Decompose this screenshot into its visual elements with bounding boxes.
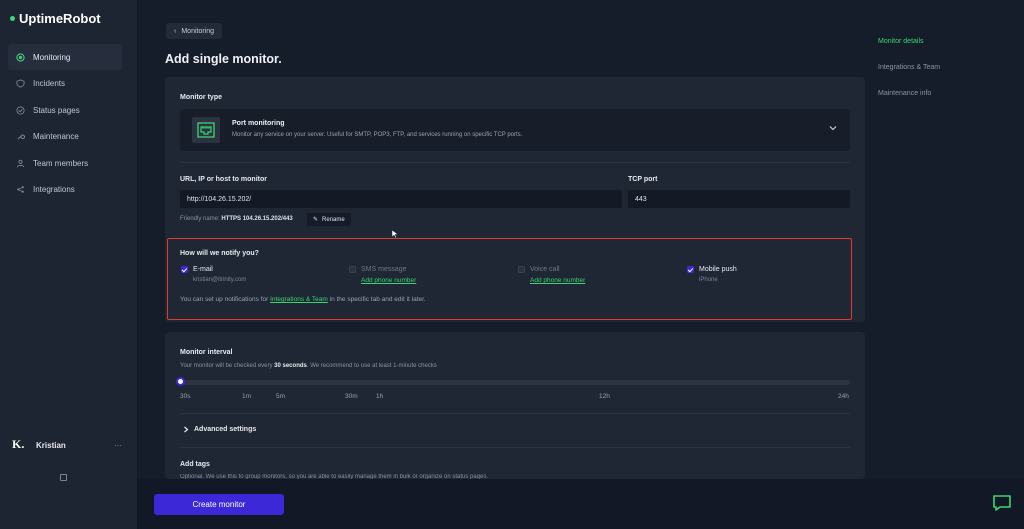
interval-tick: 30m <box>345 393 358 400</box>
right-nav-integrations-team[interactable]: Integrations & Team <box>878 64 940 71</box>
interval-desc-bold: 30 seconds <box>274 363 307 369</box>
advanced-settings-toggle[interactable]: Advanced settings <box>183 426 256 433</box>
rename-button[interactable]: ✎ Rename <box>307 213 351 226</box>
wrench-icon <box>17 134 25 140</box>
interval-slider[interactable] <box>180 380 850 385</box>
page-title: Add single monitor. <box>165 52 282 66</box>
notify-title: How will we notify you? <box>180 250 259 257</box>
ethernet-port-icon <box>192 117 220 143</box>
sidebar-item-label: Maintenance <box>33 132 79 141</box>
user-name: Kristian <box>36 440 66 450</box>
sidebar-item-label: Integrations <box>33 185 75 194</box>
notify-footer-pre: You can set up notifications for <box>180 296 269 303</box>
checkbox-unchecked-icon <box>518 266 525 273</box>
interval-tick: 1h <box>376 393 384 400</box>
user-menu[interactable]: K. Kristian ··· <box>12 437 122 453</box>
sidebar-item-maintenance[interactable]: Maintenance <box>8 124 122 150</box>
app-logo[interactable]: UptimeRobot <box>10 11 101 26</box>
checkbox-checked-icon <box>687 266 694 273</box>
breadcrumb-label: Monitoring <box>181 27 215 35</box>
interval-tick: 1m <box>242 393 252 400</box>
sidebar-item-team-members[interactable]: Team members <box>8 150 122 176</box>
more-options-icon[interactable]: ··· <box>114 441 122 450</box>
mobile-device: iPhone <box>699 277 718 283</box>
monitor-type-select[interactable]: Port monitoring Monitor any service on y… <box>180 109 850 151</box>
apps-grid-icon[interactable] <box>60 474 67 481</box>
sidebar-item-label: Incidents <box>33 79 66 88</box>
sidebar-item-monitoring[interactable]: Monitoring <box>8 44 122 70</box>
app-name: UptimeRobot <box>19 11 101 26</box>
interval-desc-post: . We recommend to use at least 1-minute … <box>306 363 437 369</box>
url-field-label: URL, IP or host to monitor <box>180 176 267 183</box>
sidebar: UptimeRobot Monitoring Incidents Status … <box>0 0 138 529</box>
friendly-name: Friendly name: HTTPS 104.26.15.202/443 <box>180 216 293 222</box>
interval-slider-handle[interactable] <box>176 377 185 386</box>
chat-icon[interactable] <box>992 494 1012 512</box>
advanced-settings-label: Advanced settings <box>194 426 257 433</box>
interval-label: Monitor interval <box>180 349 233 356</box>
sidebar-nav: Monitoring Incidents Status pages Mainte… <box>8 44 122 203</box>
email-address: kristian@itrinity.com <box>193 277 247 283</box>
chevron-right-icon <box>184 426 189 433</box>
monitor-type-label: Monitor type <box>180 94 222 101</box>
monitor-type-description: Monitor any service on your server. Usef… <box>232 132 523 138</box>
email-label: E-mail <box>193 266 213 273</box>
add-tags-label: Add tags <box>180 461 210 468</box>
friendly-name-value: HTTPS 104.26.15.202/443 <box>221 216 293 222</box>
interval-desc-pre: Your monitor will be checked every <box>180 363 273 369</box>
sidebar-item-label: Monitoring <box>33 52 71 62</box>
monitor-interval-card <box>165 332 865 479</box>
url-input[interactable]: http://104.26.15.202/ <box>180 190 622 208</box>
notify-footer-post: in the specific tab and edit it later. <box>329 296 426 303</box>
sms-checkbox[interactable]: SMS message <box>349 266 407 273</box>
tcp-port-label: TCP port <box>628 176 658 183</box>
right-nav-monitor-details[interactable]: Monitor details <box>878 38 924 45</box>
sidebar-item-integrations[interactable]: Integrations <box>8 177 122 203</box>
chevron-left-icon: ‹ <box>174 27 177 35</box>
pencil-icon: ✎ <box>313 217 319 223</box>
status-pages-icon <box>16 105 25 115</box>
interval-tick: 12h <box>599 393 610 400</box>
friendly-name-prefix: Friendly name: <box>180 216 220 222</box>
divider <box>180 162 850 163</box>
sidebar-item-label: Status pages <box>33 105 80 115</box>
create-monitor-button[interactable]: Create monitor <box>154 494 284 515</box>
interval-tick: 24h <box>838 393 849 400</box>
email-checkbox[interactable]: E-mail <box>181 266 213 273</box>
checkbox-checked-icon <box>181 266 188 273</box>
integrations-team-link[interactable]: Integrations & Team <box>270 296 328 303</box>
share-icon <box>17 186 24 193</box>
interval-description: Your monitor will be checked every 30 se… <box>180 363 437 369</box>
sidebar-item-status-pages[interactable]: Status pages <box>8 97 122 123</box>
notify-footer: You can set up notifications for Integra… <box>180 296 426 303</box>
sms-label: SMS message <box>361 266 407 273</box>
checkbox-unchecked-icon <box>349 266 356 273</box>
mobile-push-checkbox[interactable]: Mobile push <box>687 266 737 273</box>
chevron-down-icon <box>829 126 837 131</box>
team-icon <box>16 159 25 167</box>
interval-tick: 30s <box>180 393 191 400</box>
avatar: K. <box>12 437 25 451</box>
mobile-push-label: Mobile push <box>699 266 737 273</box>
voice-call-checkbox[interactable]: Voice call <box>518 266 560 273</box>
rename-label: Rename <box>322 216 345 223</box>
sms-add-phone-link[interactable]: Add phone number <box>361 277 416 284</box>
divider <box>180 413 850 414</box>
interval-tick: 5m <box>276 393 286 400</box>
voice-add-phone-link[interactable]: Add phone number <box>530 277 585 284</box>
notify-section: How will we notify you? E-mail kristian@… <box>167 238 852 320</box>
monitor-type-title: Port monitoring <box>232 120 285 127</box>
breadcrumb[interactable]: ‹ Monitoring <box>166 23 223 39</box>
tcp-port-input[interactable]: 443 <box>628 190 850 208</box>
logo-dot-icon <box>10 16 15 21</box>
incidents-icon <box>16 79 25 88</box>
sidebar-item-label: Team members <box>33 158 89 168</box>
right-nav-maintenance-info[interactable]: Maintenance info <box>878 90 931 97</box>
divider <box>180 447 850 448</box>
monitoring-icon <box>16 52 25 62</box>
sidebar-item-incidents[interactable]: Incidents <box>8 71 122 97</box>
voice-call-label: Voice call <box>530 266 560 273</box>
